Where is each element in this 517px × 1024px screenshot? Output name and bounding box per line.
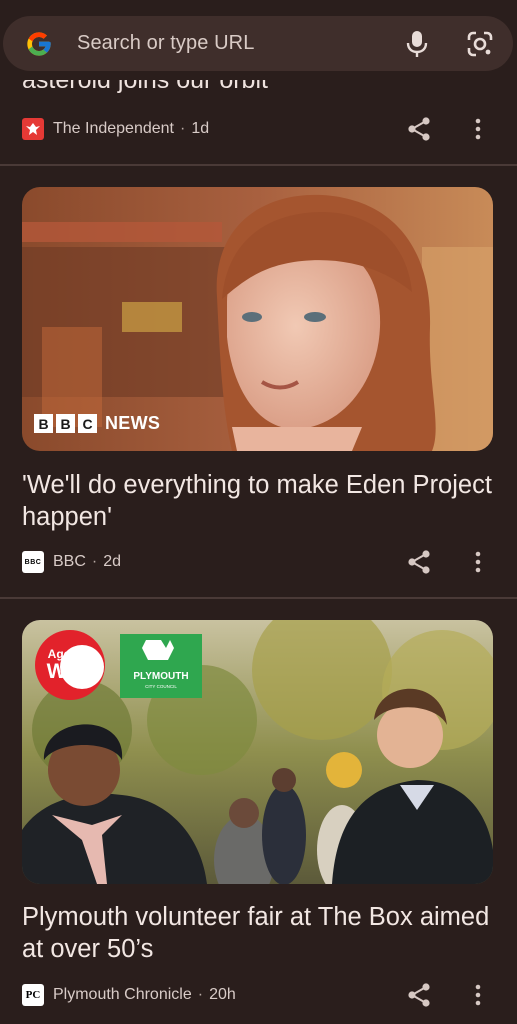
share-icon[interactable]	[405, 548, 433, 576]
article-age: 2d	[103, 553, 122, 570]
ageing-text: Ageing	[48, 647, 89, 661]
more-options-icon[interactable]	[473, 983, 483, 1007]
news-photo: Ageing Well PLYMOUTH CITY COUNCIL	[22, 620, 493, 884]
article-source-row: BBC BBC · 2d	[22, 547, 497, 577]
separator-dot: ·	[180, 120, 186, 137]
separator-dot: ·	[91, 553, 98, 570]
council-sub: CITY COUNCIL	[145, 684, 177, 689]
google-lens-icon[interactable]	[465, 29, 495, 59]
council-name: PLYMOUTH	[133, 671, 188, 682]
google-g-icon	[27, 32, 51, 56]
source-name[interactable]: BBC	[53, 553, 86, 571]
microphone-icon[interactable]	[404, 29, 430, 59]
well-text: Well	[47, 660, 90, 683]
search-input[interactable]: Search or type URL	[77, 32, 254, 55]
search-bar[interactable]: Search or type URL	[3, 16, 513, 71]
source-name[interactable]: The Independent	[53, 120, 174, 138]
article-age: 20h	[209, 986, 236, 1003]
plymouth-chronicle-source-icon: PC	[22, 984, 44, 1006]
card-divider	[0, 164, 517, 166]
bbc-news-logo: B B C NEWS	[34, 413, 160, 434]
share-icon[interactable]	[405, 115, 433, 143]
share-icon[interactable]	[405, 981, 433, 1009]
article-headline[interactable]: 'We'll do everything to make Eden Projec…	[22, 469, 492, 533]
article-image[interactable]: Ageing Well PLYMOUTH CITY COUNCIL	[22, 620, 493, 884]
top-bar: Search or type URL	[0, 0, 517, 80]
article-image[interactable]: B B C NEWS	[22, 187, 493, 451]
article-age: 1d	[191, 120, 210, 137]
more-options-icon[interactable]	[473, 550, 483, 574]
bbc-source-icon: BBC	[22, 551, 44, 573]
news-photo	[22, 187, 493, 451]
separator-dot: ·	[197, 986, 204, 1003]
independent-eagle-icon	[22, 118, 44, 140]
article-source-row: PC Plymouth Chronicle · 20h	[22, 980, 497, 1010]
article-headline[interactable]: Plymouth volunteer fair at The Box aimed…	[22, 901, 492, 965]
more-options-icon[interactable]	[473, 117, 483, 141]
article-source-row: The Independent · 1d	[22, 114, 497, 144]
card-divider	[0, 597, 517, 599]
source-name[interactable]: Plymouth Chronicle	[53, 986, 192, 1004]
